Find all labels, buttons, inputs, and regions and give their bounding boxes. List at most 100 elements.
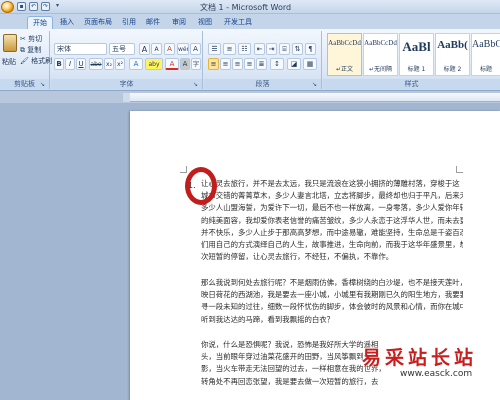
- horizontal-ruler[interactable]: [130, 93, 500, 102]
- tab-review[interactable]: 审阅: [168, 16, 190, 29]
- watermark-text: 易采站长站: [362, 347, 478, 369]
- paste-button[interactable]: 粘贴: [2, 57, 16, 67]
- quick-access-toolbar: ▪ ↶ ↷ ▾: [17, 2, 62, 11]
- tab-mailings[interactable]: 邮件: [142, 16, 164, 29]
- style-no-spacing-preview: AaBbCcDd: [364, 39, 397, 47]
- font-launcher-icon[interactable]: ↘: [193, 81, 200, 88]
- dropdown-icon[interactable]: ▾: [53, 2, 62, 11]
- style-heading-1[interactable]: AaBl 标题 1: [399, 33, 434, 76]
- font-color-button[interactable]: A: [165, 58, 179, 70]
- redo-icon[interactable]: ↷: [41, 2, 50, 11]
- paragraph-2[interactable]: 那么我说到何处去旅行呢？不是烟雨仿佛，香樟树绕的白沙堤，也不是接天莲叶， 映日荷…: [201, 277, 463, 326]
- font-name-select[interactable]: 宋体: [54, 43, 107, 55]
- sort-icon[interactable]: ⇅: [292, 43, 303, 55]
- font-group-label: 字体: [51, 79, 202, 89]
- style-normal[interactable]: AaBbCcDd ↵正文: [327, 33, 362, 76]
- subscript-button[interactable]: x₂: [104, 58, 114, 70]
- increase-indent-icon[interactable]: ⇥: [266, 43, 277, 55]
- grow-font-button[interactable]: A: [139, 43, 150, 55]
- justify-icon[interactable]: ≡: [244, 58, 255, 70]
- align-left-icon[interactable]: ≡: [208, 58, 219, 70]
- style-title-preview: AaBbC: [472, 39, 500, 50]
- underline-button[interactable]: U: [76, 58, 86, 70]
- cut-button[interactable]: ✂ 剪切: [20, 34, 42, 44]
- numbering-icon[interactable]: ≡: [223, 43, 236, 55]
- bold-button[interactable]: B: [54, 58, 64, 70]
- style-no-spacing[interactable]: AaBbCcDd ↵无间隔: [363, 33, 398, 76]
- window-title: 文档 1 - Microsoft Word: [200, 3, 292, 12]
- tab-view[interactable]: 视图: [194, 16, 216, 29]
- style-heading-2-preview: AaBb(: [437, 39, 468, 51]
- italic-button[interactable]: I: [65, 58, 75, 70]
- show-marks-icon[interactable]: ¶: [305, 43, 316, 55]
- copy-label: 复制: [27, 46, 42, 54]
- paragraph-1-line: 们用自己的方式演绎自己的人生，故事推进，生命向前，而我于这华年盛景里，想象一: [201, 240, 463, 250]
- shrink-font-button[interactable]: A: [151, 43, 162, 55]
- line-spacing-icon[interactable]: ↕: [270, 58, 284, 70]
- ribbon: 粘贴 ✂ 剪切 ⧉ 复制 🖌 格式刷 剪贴板 ↘ 宋体 五号 A A A wén…: [0, 29, 500, 91]
- style-heading-1-name: 标题 1: [407, 66, 426, 73]
- cut-label: 剪切: [28, 35, 43, 43]
- format-painter-label: 格式刷: [31, 57, 53, 65]
- font-group: 宋体 五号 A A A wén A B I U abe x₂ x² A aby …: [51, 31, 203, 89]
- style-normal-name: ↵正文: [335, 66, 354, 73]
- strikethrough-button[interactable]: abe: [89, 58, 103, 70]
- paragraph-1-line: 次短暂的停留，让心灵去旅行，不经狂，不偏执，不靠作。: [201, 252, 394, 262]
- distributed-icon[interactable]: ≣: [256, 58, 267, 70]
- clipboard-launcher-icon[interactable]: ↘: [40, 81, 47, 88]
- style-title[interactable]: AaBbC 标题: [471, 33, 500, 76]
- ruler-corner[interactable]: [123, 93, 130, 102]
- multilevel-list-icon[interactable]: ☷: [238, 43, 251, 55]
- paragraph-launcher-icon[interactable]: ↘: [312, 81, 319, 88]
- undo-icon[interactable]: ↶: [29, 2, 38, 11]
- clear-format-button[interactable]: A: [164, 43, 175, 55]
- paragraph-2-line: 那么我说到何处去旅行呢？不是烟雨仿佛，香樟树绕的白沙堤，也不是接天莲叶，: [201, 278, 463, 287]
- site-watermark: 易采站长站 www.easck.com: [356, 343, 500, 383]
- watermark-url: www.easck.com: [400, 369, 473, 379]
- borders-icon[interactable]: ▦: [303, 58, 317, 70]
- character-shading-button[interactable]: A: [180, 58, 190, 70]
- styles-group: AaBbCcDd ↵正文 AaBbCcDd ↵无间隔 AaBl 标题 1 AaB…: [323, 31, 500, 89]
- tab-page-layout[interactable]: 页面布局: [80, 16, 116, 29]
- bullets-icon[interactable]: ☰: [208, 43, 221, 55]
- copy-button[interactable]: ⧉ 复制: [20, 45, 41, 55]
- shading-icon[interactable]: ◪: [287, 58, 301, 70]
- style-heading-1-preview: AaBl: [402, 39, 431, 54]
- crop-mark-top-left: [180, 166, 187, 173]
- align-right-icon[interactable]: ≡: [232, 58, 243, 70]
- chinese-layout-icon[interactable]: ⌸: [279, 43, 290, 55]
- font-size-select[interactable]: 五号: [109, 43, 135, 55]
- style-title-name: 标题: [479, 66, 492, 73]
- office-button[interactable]: [1, 1, 14, 13]
- style-heading-2-name: 标题 2: [443, 66, 462, 73]
- paragraph-1[interactable]: 让心灵去旅行，并不是去太远，我只是流浪在这狭小拥挤的薄雕村落，穿梭于这 城市交错…: [201, 178, 463, 263]
- character-border-button[interactable]: A: [190, 43, 201, 55]
- crop-mark-top-right: [456, 166, 463, 173]
- tab-home[interactable]: 开始: [27, 16, 53, 29]
- save-icon[interactable]: ▪: [17, 2, 26, 11]
- highlight-button[interactable]: aby: [145, 58, 163, 70]
- superscript-button[interactable]: x²: [115, 58, 125, 70]
- title-bar: ▪ ↶ ↷ ▾ 文档 1 - Microsoft Word: [0, 0, 500, 14]
- paragraph-1-line: 的纯美面容，我却爱你表老信誉的痛苦皱纹，多少人永恋于这浮华人世，而未去更多，: [201, 215, 463, 225]
- paragraph-2-line: 映日荷花的西湖池，我是要去一座小城，小城里有我期刚已久的阳生地方，我要要去探: [201, 290, 463, 300]
- ribbon-tabs: 开始 插入 页面布局 引用 邮件 审阅 视图 开发工具: [0, 14, 500, 29]
- enclose-character-button[interactable]: 字: [191, 58, 201, 70]
- paste-icon[interactable]: [3, 34, 17, 52]
- styles-group-label: 样式: [323, 79, 500, 89]
- text-effect-button[interactable]: A: [129, 58, 143, 70]
- paragraph-2-line: 寻一段未知的过往，细数一段怀忧伤的脚步，体会彼时的风景和心情，而你在城中，是否: [201, 302, 463, 312]
- decrease-indent-icon[interactable]: ⇤: [254, 43, 265, 55]
- phonetic-guide-button[interactable]: wén: [177, 43, 189, 55]
- tab-developer[interactable]: 开发工具: [220, 16, 256, 29]
- style-heading-2[interactable]: AaBb( 标题 2: [435, 33, 470, 76]
- format-painter-button[interactable]: 🖌 格式刷: [20, 56, 52, 66]
- tab-insert[interactable]: 插入: [56, 16, 78, 29]
- paragraph-1-line: 并不快乐，多少人止步于那高高梦想，而中途易辙，难能坚持，生命总是千姿百态，我: [201, 227, 463, 237]
- align-center-icon[interactable]: ≡: [220, 58, 231, 70]
- tab-references[interactable]: 引用: [118, 16, 140, 29]
- style-no-spacing-name: ↵无间隔: [368, 66, 393, 73]
- paragraph-1-line: 多少人山盟海誓，为爱许下一切，最后不也一样放离，一身零落，多少人爱你年轻动人: [201, 203, 463, 213]
- paragraph-group: ☰ ≡ ☷ ⇤ ⇥ ⌸ ⇅ ¶ ≡ ≡ ≡ ≡ ≣ ↕ ◪ ▦ 段落 ↘: [204, 31, 322, 89]
- word-window: ▪ ↶ ↷ ▾ 文档 1 - Microsoft Word 开始 插入 页面布局…: [0, 0, 500, 400]
